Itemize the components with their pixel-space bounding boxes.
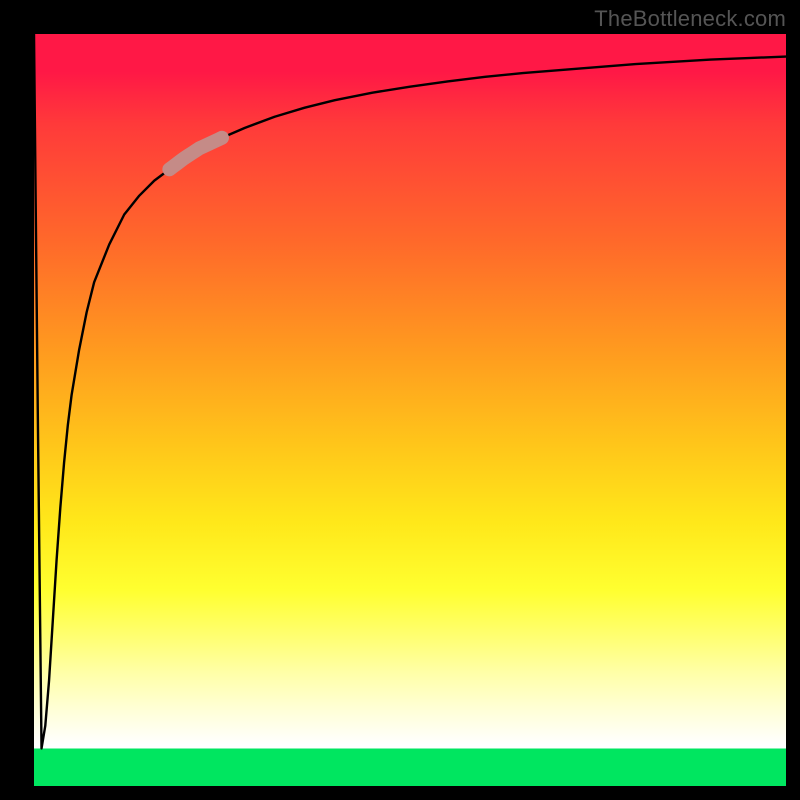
curve-highlight [169, 138, 222, 170]
attribution-label: TheBottleneck.com [594, 6, 786, 32]
curve-layer [34, 34, 786, 786]
chart-frame: TheBottleneck.com [0, 0, 800, 800]
bottleneck-curve [34, 34, 786, 748]
plot-area [34, 34, 786, 786]
